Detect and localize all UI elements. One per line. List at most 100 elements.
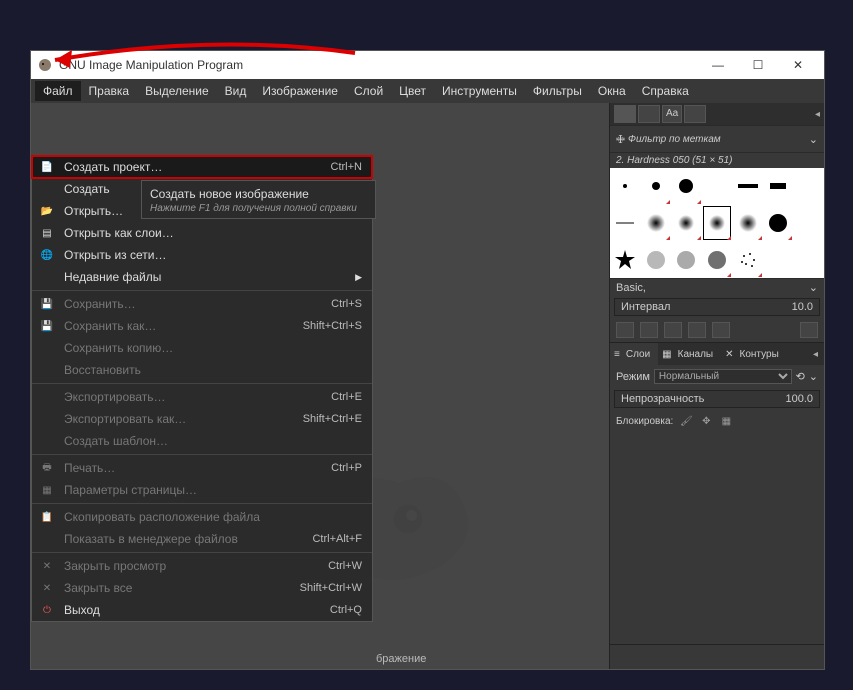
merge-layer-button[interactable] [726, 649, 744, 665]
menu-shortcut: Ctrl+P [331, 462, 362, 474]
raise-layer-button[interactable] [660, 649, 678, 665]
tab-layers[interactable]: ≡Слои [610, 343, 658, 366]
menu-windows[interactable]: Окна [590, 81, 634, 101]
menu-item-open-as-layers[interactable]: ▤ Открыть как слои… [32, 222, 372, 244]
menu-shortcut: Ctrl+Alt+F [312, 533, 362, 545]
copy-icon: 📋 [40, 510, 54, 524]
interval-slider[interactable]: Интервал 10.0 [614, 298, 820, 316]
delete-layer-button[interactable] [770, 649, 788, 665]
brush-name: 2. Hardness 050 (51 × 51) [616, 155, 732, 166]
lock-position-icon[interactable]: ✥ [699, 414, 713, 428]
lock-pixels-icon[interactable]: 🖌 [679, 414, 693, 428]
file-menu-dropdown: 📄 Создать проект… Ctrl+N Создать ▶ 📂 Отк… [31, 155, 373, 622]
close-button[interactable]: ✕ [778, 51, 818, 79]
menu-shortcut: Shift+Ctrl+E [303, 413, 362, 425]
mode-reset-icon[interactable]: ⟲ [796, 370, 805, 383]
new-brush-button[interactable] [640, 322, 658, 338]
tab-patterns[interactable] [638, 105, 660, 123]
tab-history[interactable] [684, 105, 706, 123]
interval-value: 10.0 [792, 301, 813, 313]
menu-item-revert[interactable]: Восстановить [32, 359, 372, 381]
menu-separator [32, 454, 372, 455]
menubar: Файл Правка Выделение Вид Изображение Сл… [31, 79, 824, 103]
menu-shortcut: Shift+Ctrl+S [303, 320, 362, 332]
menu-edit[interactable]: Правка [81, 81, 138, 101]
chevron-down-icon: ⌄ [809, 133, 818, 146]
interval-label: Интервал [621, 301, 670, 313]
app-window: GNU Image Manipulation Program — ☐ ✕ Фай… [30, 50, 825, 670]
menu-item-save[interactable]: 💾 Сохранить… Ctrl+S [32, 293, 372, 315]
menu-item-close-all[interactable]: ✕ Закрыть все Shift+Ctrl+W [32, 577, 372, 599]
menu-item-page-setup[interactable]: ▦ Параметры страницы… [32, 479, 372, 501]
duplicate-layer-button[interactable] [704, 649, 722, 665]
menu-item-create-project[interactable]: 📄 Создать проект… Ctrl+N [32, 156, 372, 178]
mask-layer-button[interactable] [748, 649, 766, 665]
lock-alpha-icon[interactable]: ▦ [719, 414, 733, 428]
menu-item-export-as[interactable]: Экспортировать как… Shift+Ctrl+E [32, 408, 372, 430]
menu-item-label: Выход [64, 603, 100, 617]
tab-brushes[interactable] [614, 105, 636, 123]
menu-shortcut: Ctrl+E [331, 391, 362, 403]
menu-view[interactable]: Вид [217, 81, 255, 101]
menu-item-save-as[interactable]: 💾 Сохранить как… Shift+Ctrl+S [32, 315, 372, 337]
menu-layer[interactable]: Слой [346, 81, 391, 101]
layer-list[interactable] [610, 432, 824, 644]
panel-menu-icon[interactable]: ◂ [815, 109, 820, 120]
menu-item-save-copy[interactable]: Сохранить копию… [32, 337, 372, 359]
menu-item-create-template[interactable]: Создать шаблон… [32, 430, 372, 452]
blend-mode-select[interactable]: Нормальный [654, 369, 792, 384]
menu-item-label: Открыть из сети… [64, 248, 166, 262]
chevron-down-icon[interactable]: ⌄ [809, 370, 818, 383]
preset-row[interactable]: Basic, ⌄ [610, 278, 824, 296]
menu-color[interactable]: Цвет [391, 81, 434, 101]
panel-menu-icon[interactable]: ◂ [807, 349, 824, 360]
minimize-button[interactable]: — [698, 51, 738, 79]
tab-paths[interactable]: ✕Контуры [721, 343, 787, 366]
menu-item-export[interactable]: Экспортировать… Ctrl+E [32, 386, 372, 408]
menu-item-show-in-fm[interactable]: Показать в менеджере файлов Ctrl+Alt+F [32, 528, 372, 550]
folder-icon: 📂 [40, 204, 54, 218]
menu-tools[interactable]: Инструменты [434, 81, 525, 101]
menu-item-print[interactable]: 🖶 Печать… Ctrl+P [32, 457, 372, 479]
tooltip-submenu: Создать новое изображение Нажмите F1 для… [141, 180, 376, 219]
menu-item-label: Создать [64, 182, 110, 196]
globe-icon: 🌐 [40, 248, 54, 262]
menu-image[interactable]: Изображение [254, 81, 346, 101]
menu-filters[interactable]: Фильтры [525, 81, 590, 101]
menu-item-label: Открыть как слои… [64, 226, 174, 240]
menu-item-label: Сохранить как… [64, 319, 156, 333]
maximize-button[interactable]: ☐ [738, 51, 778, 79]
menu-item-label: Недавние файлы [64, 270, 161, 284]
brush-grid[interactable] [610, 168, 824, 278]
opacity-slider[interactable]: Непрозрачность 100.0 [614, 390, 820, 408]
canvas-area[interactable]: бражение 📄 Создать проект… Ctrl+N Создат… [31, 103, 609, 669]
app-icon [37, 57, 53, 73]
menu-item-copy-location[interactable]: 📋 Скопировать расположение файла [32, 506, 372, 528]
menu-item-open-location[interactable]: 🌐 Открыть из сети… [32, 244, 372, 266]
new-layer-button[interactable] [616, 649, 634, 665]
menu-help[interactable]: Справка [634, 81, 697, 101]
new-group-button[interactable] [638, 649, 656, 665]
save-as-icon: 💾 [40, 319, 54, 333]
delete-brush-button[interactable] [688, 322, 706, 338]
duplicate-brush-button[interactable] [664, 322, 682, 338]
menu-item-label: Параметры страницы… [64, 483, 197, 497]
menu-item-label: Закрыть просмотр [64, 559, 166, 573]
opacity-label: Непрозрачность [621, 393, 704, 405]
menu-item-close-view[interactable]: ✕ Закрыть просмотр Ctrl+W [32, 555, 372, 577]
edit-brush-button[interactable] [616, 322, 634, 338]
blend-mode-row: Режим Нормальный ⟲ ⌄ [610, 365, 824, 388]
tab-channels[interactable]: ▦Каналы [658, 343, 721, 366]
refresh-brush-button[interactable] [712, 322, 730, 338]
mode-label: Режим [616, 371, 650, 383]
menu-item-quit[interactable]: ⏻ Выход Ctrl+Q [32, 599, 372, 621]
tab-fonts[interactable]: Aa [662, 105, 682, 123]
menu-separator [32, 503, 372, 504]
open-as-image-button[interactable] [800, 322, 818, 338]
filter-label: Фильтр по меткам [628, 134, 721, 145]
menu-file[interactable]: Файл [35, 81, 81, 101]
menu-item-recent[interactable]: Недавние файлы ▶ [32, 266, 372, 288]
lower-layer-button[interactable] [682, 649, 700, 665]
menu-select[interactable]: Выделение [137, 81, 217, 101]
filter-row[interactable]: 🜋 Фильтр по меткам ⌄ [610, 125, 824, 152]
